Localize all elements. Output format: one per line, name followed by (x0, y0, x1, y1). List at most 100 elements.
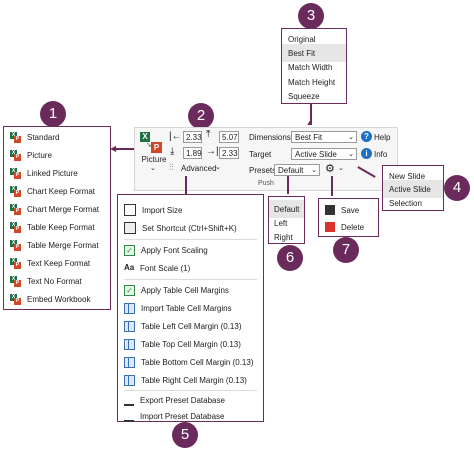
right-margin-input[interactable]: 2.33 (219, 147, 239, 159)
menu-item-label: Save (341, 205, 360, 215)
menu-item-label: Import Preset Database (140, 411, 225, 421)
paste-option-label: Linked Picture (27, 168, 78, 178)
table-top-cell-margin-item[interactable]: Table Top Cell Margin (0.13) (118, 335, 263, 353)
paste-option-label: Text Keep Format (27, 258, 91, 268)
presets-dropdown[interactable]: Default ⌄ (274, 164, 320, 176)
chevron-down-icon[interactable]: ⌄ (338, 164, 344, 172)
left-margin-input[interactable]: 2.33 (183, 131, 202, 143)
paste-option-label: Embed Workbook (27, 294, 91, 304)
set-shortcut-item[interactable]: Set Shortcut (Ctrl+Shift+K) (118, 219, 263, 237)
delete-item[interactable]: Delete (319, 218, 378, 236)
checkbox-icon: ✓ (124, 284, 135, 296)
margin-bottom-icon: ⤓ (170, 146, 175, 157)
dimensions-menu: Original Best Fit Match Width Match Heig… (281, 28, 347, 104)
chevron-down-icon: ⌄ (348, 151, 354, 158)
ribbon-group-label: Push (258, 180, 274, 187)
presets-label: Presets (249, 166, 277, 175)
excel-ppt-icon: XP (10, 257, 21, 269)
table-icon (124, 320, 135, 332)
info-icon[interactable]: i (361, 148, 372, 159)
paste-option-table-merge-format[interactable]: XP Table Merge Format (4, 236, 110, 254)
table-icon (124, 374, 135, 386)
margin-left-icon: |← (169, 131, 182, 142)
menu-item-label: Delete (341, 222, 365, 232)
menu-item-label: Import Size (142, 205, 183, 215)
menu-item-label: Table Left Cell Margin (0.13) (141, 321, 242, 331)
paste-option-chart-merge-format[interactable]: XP Chart Merge Format (4, 200, 110, 218)
paste-option-text-keep-format[interactable]: XP Text Keep Format (4, 254, 110, 272)
import-size-icon (124, 204, 136, 216)
paste-option-label: Table Merge Format (27, 240, 99, 250)
top-margin-input[interactable]: 5.07 (219, 131, 239, 143)
paste-option-text-no-format[interactable]: XP Text No Format (4, 272, 110, 290)
paste-option-linked-picture[interactable]: XP Linked Picture (4, 164, 110, 182)
excel-ppt-icon: XP (10, 185, 21, 197)
paste-option-chart-keep-format[interactable]: XP Chart Keep Format (4, 182, 110, 200)
dimensions-value: Best Fit (295, 133, 323, 142)
checkbox-icon: ✓ (124, 244, 135, 256)
chevron-down-icon[interactable]: ⌄ (215, 163, 221, 171)
gear-menu: Save Delete (318, 198, 379, 237)
gear-icon[interactable]: ⚙ (325, 162, 335, 175)
dimensions-option-squeeze[interactable]: Squeeze (282, 87, 346, 105)
target-option-selection[interactable]: Selection (383, 194, 443, 212)
apply-table-cell-margins-item[interactable]: ✓ Apply Table Cell Margins (118, 281, 263, 299)
table-icon (124, 302, 135, 314)
table-right-cell-margin-item[interactable]: Table Right Cell Margin (0.13) (118, 371, 263, 389)
keyboard-icon (124, 222, 136, 234)
paste-option-table-keep-format[interactable]: XP Table Keep Format (4, 218, 110, 236)
callout-arrowhead-3: ▲ (306, 120, 313, 127)
import-icon (124, 410, 134, 422)
help-button[interactable]: Help (374, 133, 390, 142)
target-menu: New Slide Active Slide Selection (382, 165, 444, 211)
paste-option-label: Picture (27, 150, 52, 160)
margin-right-icon: →| (206, 146, 219, 157)
info-button[interactable]: Info (374, 150, 387, 159)
font-scale-item[interactable]: Aa Font Scale (1) (118, 259, 263, 277)
trash-icon (325, 222, 335, 232)
excel-ppt-icon: XP (10, 149, 21, 161)
advanced-button[interactable]: Advanced (181, 164, 217, 173)
picture-button[interactable]: Picture (140, 155, 168, 164)
chevron-down-icon[interactable]: ⌄ (150, 164, 156, 172)
callout-badge-6: 6 (277, 245, 303, 271)
paste-option-standard[interactable]: XP Standard (4, 128, 110, 146)
bottom-margin-input[interactable]: 1.89 (183, 147, 202, 159)
excel-ppt-icon: XP (10, 131, 21, 143)
callout-badge-2: 2 (188, 103, 214, 129)
chevron-down-icon: ⌄ (348, 134, 354, 141)
callout-badge-5: 5 (172, 422, 198, 448)
import-table-cell-margins-item[interactable]: Import Table Cell Margins (118, 299, 263, 317)
menu-item-label: Apply Font Scaling (141, 245, 208, 255)
preset-option-right[interactable]: Right (269, 228, 304, 246)
font-size-icon: Aa (124, 263, 135, 272)
menu-item-label: Table Bottom Cell Margin (0.13) (141, 357, 254, 367)
table-bottom-cell-margin-item[interactable]: Table Bottom Cell Margin (0.13) (118, 353, 263, 371)
chevron-down-icon: ⌄ (311, 167, 317, 174)
apply-font-scaling-item[interactable]: ✓ Apply Font Scaling (118, 241, 263, 259)
target-value: Active Slide (295, 150, 337, 159)
paste-option-label: Chart Keep Format (27, 186, 96, 196)
presets-menu: Default Left Right (268, 196, 305, 244)
save-icon (325, 205, 335, 215)
save-item[interactable]: Save (319, 201, 378, 219)
callout-badge-1: 1 (40, 101, 66, 127)
paste-option-picture[interactable]: XP Picture (4, 146, 110, 164)
advanced-menu: Import Size Set Shortcut (Ctrl+Shift+K) … (117, 194, 264, 422)
callout-arrow-7 (331, 176, 333, 196)
sliders-icon: ⫶⫶ (169, 162, 174, 172)
callout-badge-7: 7 (333, 237, 359, 263)
powerpoint-icon: P (151, 142, 162, 153)
target-dropdown[interactable]: Active Slide ⌄ (291, 148, 357, 160)
dimensions-dropdown[interactable]: Best Fit ⌄ (291, 131, 357, 143)
menu-separator (124, 279, 257, 280)
paste-option-embed-workbook[interactable]: XP Embed Workbook (4, 290, 110, 308)
menu-item-label: Table Top Cell Margin (0.13) (141, 339, 241, 349)
callout-badge-3: 3 (298, 3, 324, 29)
help-icon[interactable]: ? (361, 131, 372, 142)
paste-option-label: Chart Merge Format (27, 204, 100, 214)
menu-separator (124, 239, 257, 240)
import-size-item[interactable]: Import Size (118, 201, 263, 219)
table-left-cell-margin-item[interactable]: Table Left Cell Margin (0.13) (118, 317, 263, 335)
table-icon (124, 338, 135, 350)
